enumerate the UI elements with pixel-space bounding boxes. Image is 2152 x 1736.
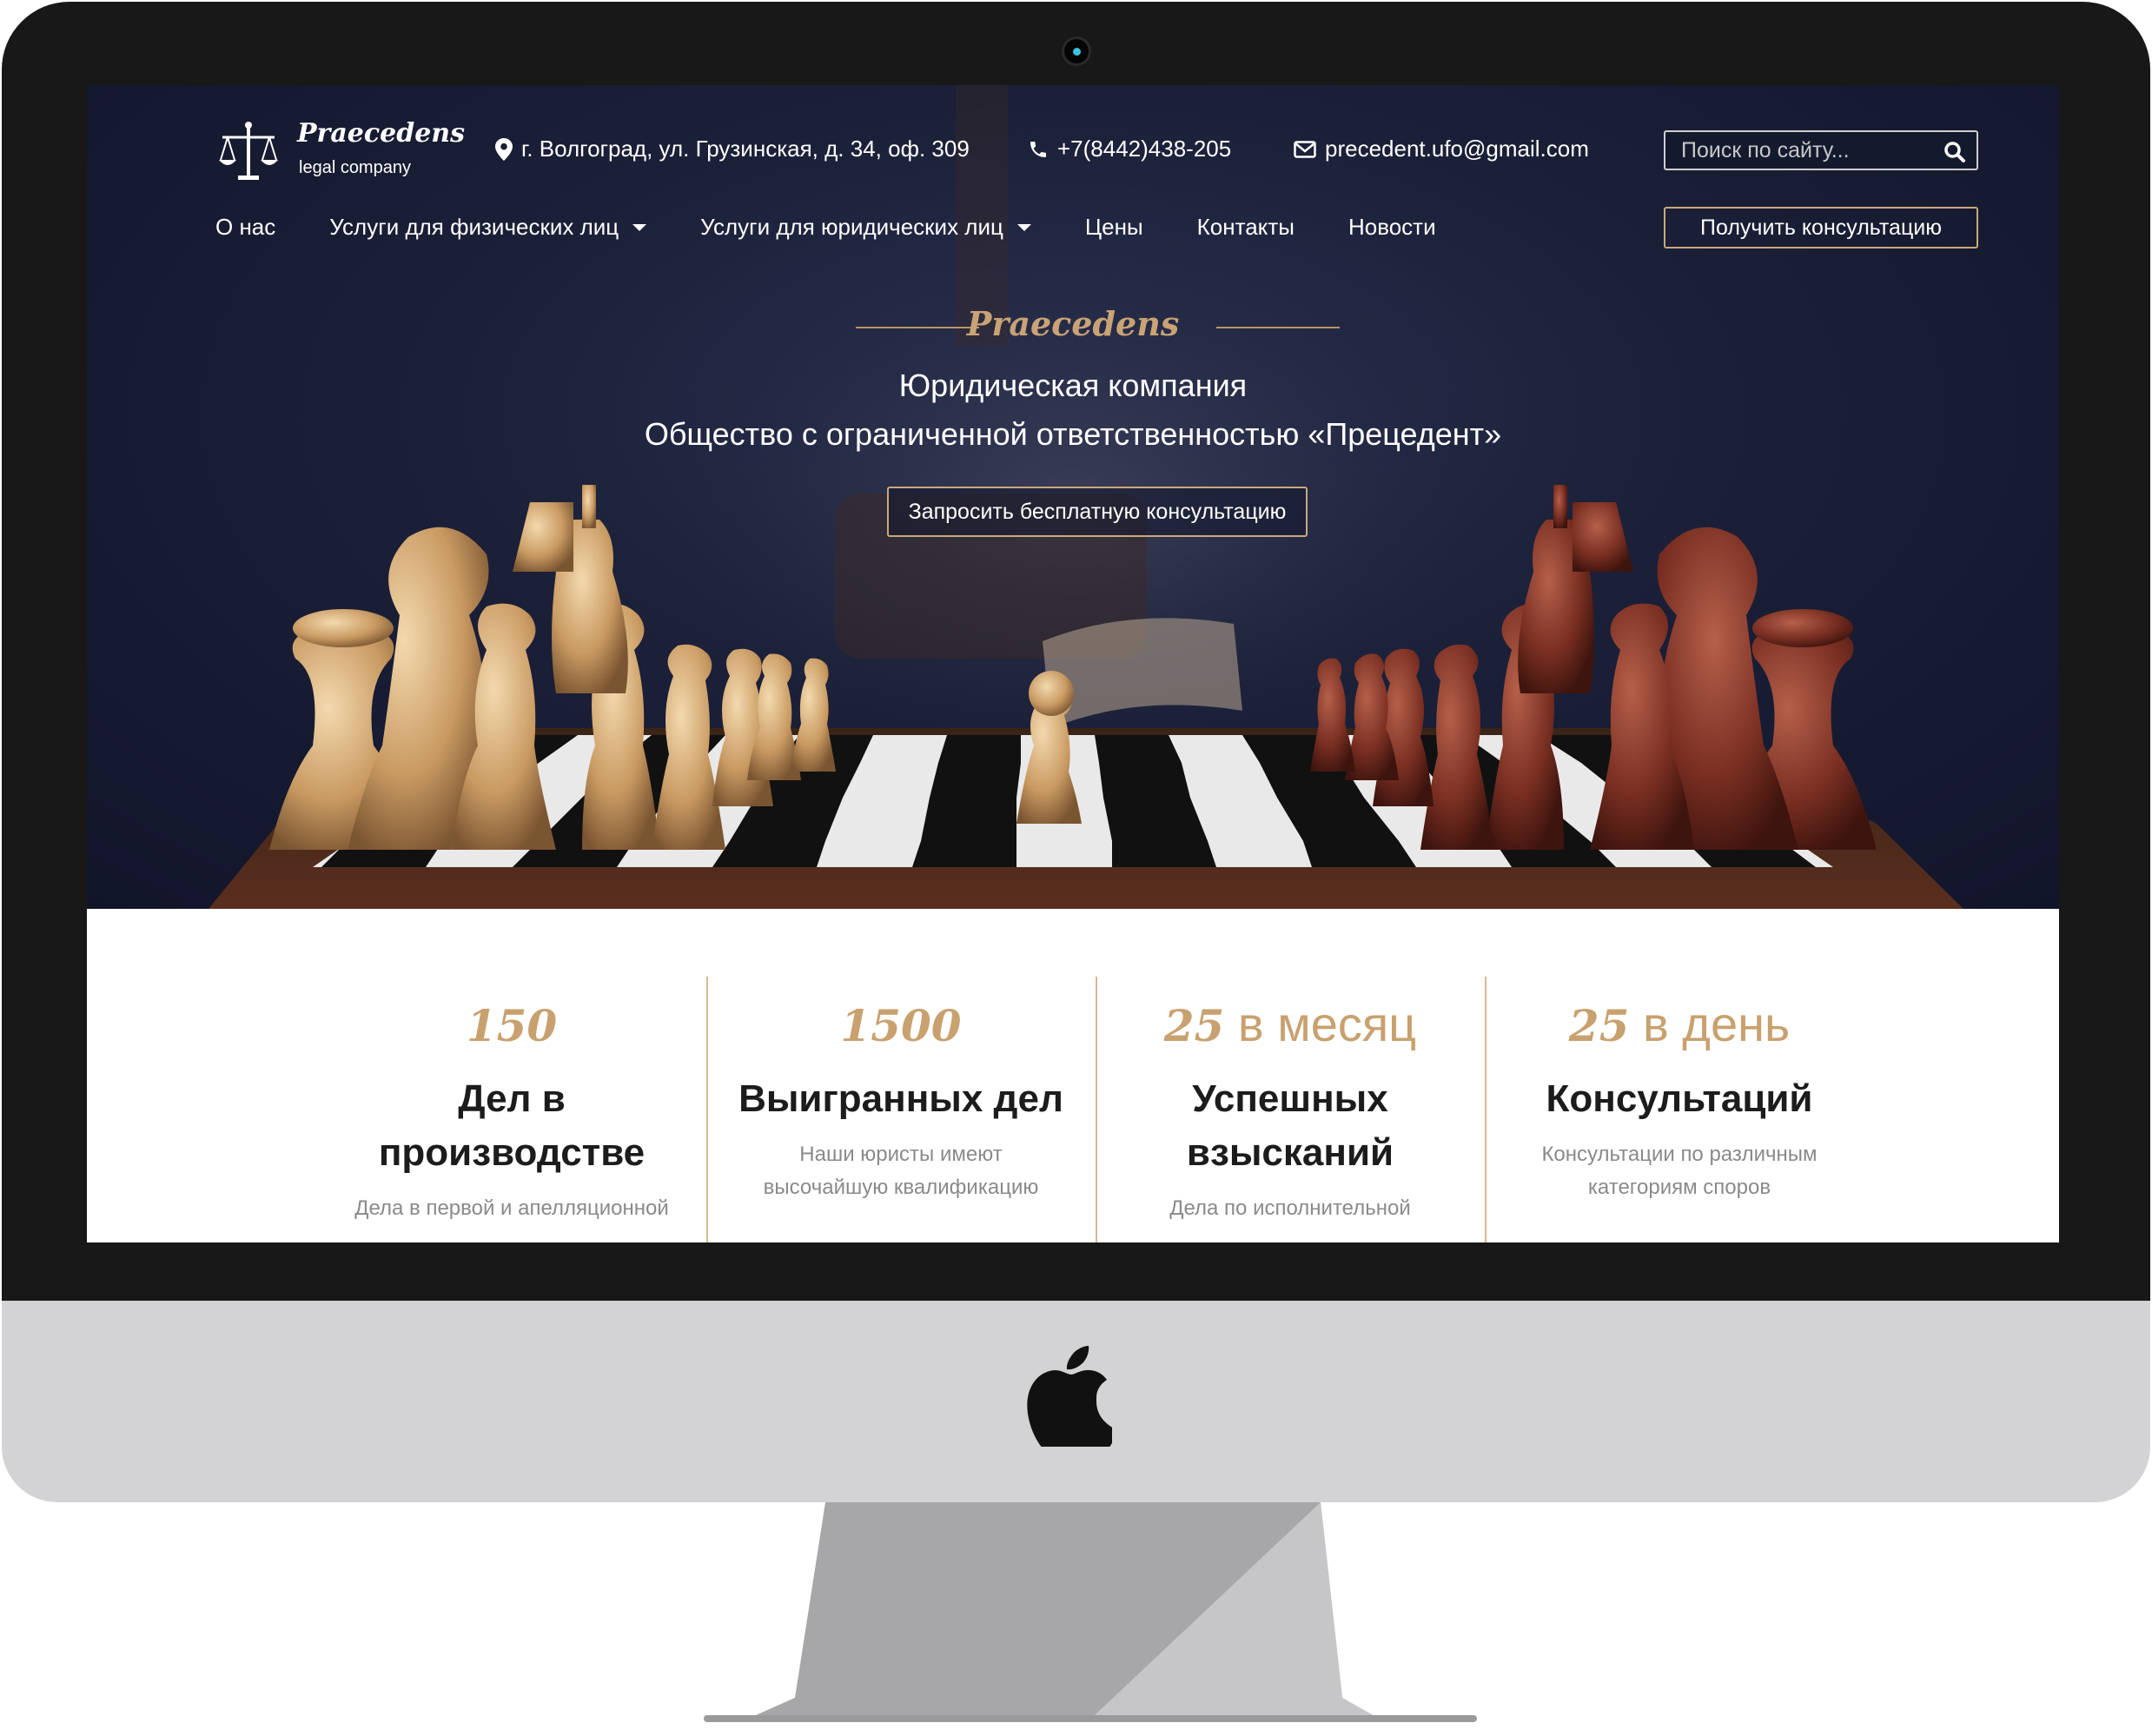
site-search [1664,130,1978,170]
phone-text: +7(8442)438-205 [1057,136,1232,162]
stat-value: 25 [1163,1000,1225,1051]
stats-section: 150 Дел в производстве Дела в первой и ап… [87,909,2059,1242]
nav-item-contacts[interactable]: Контакты [1197,214,1295,241]
email-text: precedent.ufo@gmail.com [1325,136,1589,162]
stat-title-line: Успешных [1192,1077,1388,1120]
hero-title-line2: Общество с ограниченной ответственностью… [644,416,1502,452]
apple-logo-icon [1027,1346,1112,1447]
main-nav: О нас Услуги для физических лиц Услуги д… [215,214,1490,241]
stat-value: 150 [466,1000,558,1051]
stat-description: Наши юристы имеют высочайшую квалификацию [727,1138,1075,1204]
stat-number: 1500 [706,996,1096,1052]
stat-suffix: в день [1642,997,1791,1051]
stat-desc-line: Дела в первой и апелляционной [354,1196,669,1220]
stat-description: Консультации по различным категориям спор… [1506,1138,1853,1204]
nav-item-individual-services[interactable]: Услуги для физических лиц [329,214,647,241]
stat-card-cases: 150 Дел в производстве Дела в первой и ап… [317,909,706,1242]
site-logo[interactable]: Praecedens legal company [217,118,465,188]
stat-title: Выигранных дел [706,1072,1096,1126]
nav-item-label: О нас [215,214,276,240]
webcam-icon [1062,36,1091,66]
stat-title-line: Дел в [458,1077,566,1120]
imac-monitor: Praecedens legal company г. Волгоград, у… [0,0,2152,1736]
nav-item-label: Новости [1347,214,1436,240]
stat-description: Дела в первой и апелляционной [338,1192,685,1225]
envelope-icon [1294,140,1316,158]
website-screen: Praecedens legal company г. Волгоград, у… [87,85,2059,1242]
search-input[interactable] [1665,137,1926,163]
stat-number: 150 [317,996,706,1052]
hero-title-line1: Юридическая компания [898,368,1248,403]
stat-title: Успешных взысканий [1096,1072,1485,1180]
caret-down-icon [632,223,647,231]
stat-title-line: Выигранных дел [738,1077,1063,1120]
stat-value: 1500 [840,1000,962,1051]
header-bar: Praecedens legal company г. Волгоград, у… [87,85,2059,180]
stat-card-recoveries: 25 в месяц Успешных взысканий Дела по исп… [1096,909,1485,1242]
nav-item-business-services[interactable]: Услуги для юридических лиц [700,214,1031,241]
stat-description: Дела по исполнительной [1116,1192,1464,1225]
stat-desc-line: Дела по исполнительной [1169,1196,1411,1220]
stat-card-consultations: 25 в день Консультаций Консультации по р… [1485,909,1874,1242]
monitor-stand [704,1502,1477,1722]
nav-item-prices[interactable]: Цены [1085,214,1143,241]
stat-desc-line: Консультации по различным [1541,1143,1818,1166]
hero-brand-text: Praecedens [966,304,1180,343]
stat-desc-line: категориям споров [1587,1176,1771,1199]
phone-icon [1030,141,1046,157]
hero-brand: Praecedens [87,304,2059,343]
scales-logo-icon [219,122,278,180]
logo-subtitle: legal company [299,158,411,177]
stat-title-line: производстве [378,1131,646,1174]
stat-title: Консультаций [1485,1072,1874,1126]
stat-number: 25 в день [1485,996,1874,1052]
stat-value: 25 [1568,1000,1630,1051]
location-pin-icon [495,137,513,161]
nav-item-label: Услуги для юридических лиц [700,214,1003,240]
search-icon[interactable] [1943,141,1966,163]
stat-title: Дел в производстве [317,1072,706,1180]
stat-title-line: взысканий [1186,1131,1394,1174]
email-info[interactable]: precedent.ufo@gmail.com [1294,136,1589,162]
get-consultation-button[interactable]: Получить консультацию [1664,207,1978,248]
nav-item-label: Контакты [1196,214,1295,240]
stat-desc-line: Наши юристы имеют [799,1143,1003,1166]
stat-number: 25 в месяц [1096,996,1485,1052]
hero-title: Юридическая компания Общество с ограниче… [87,361,2059,459]
phone-info[interactable]: +7(8442)438-205 [1028,136,1231,162]
stat-card-won: 1500 Выигранных дел Наши юристы имеют выс… [706,909,1096,1242]
caret-down-icon [1016,223,1031,231]
logo-name: Praecedens [297,118,466,149]
address-info: г. Волгоград, ул. Грузинская, д. 34, оф.… [495,136,970,162]
free-consultation-button[interactable]: Запросить бесплатную консультацию [887,487,1308,537]
address-text: г. Волгоград, ул. Грузинская, д. 34, оф.… [521,136,970,162]
stat-title-line: Консультаций [1546,1077,1813,1120]
stat-suffix: в месяц [1237,997,1417,1051]
nav-item-label: Услуги для физических лиц [329,214,619,240]
nav-item-news[interactable]: Новости [1348,214,1436,241]
nav-item-label: Цены [1084,214,1143,240]
hero-section: Praecedens legal company г. Волгоград, у… [87,85,2059,909]
stat-desc-line: высочайшую квалификацию [763,1176,1039,1199]
nav-item-about[interactable]: О нас [215,214,275,241]
